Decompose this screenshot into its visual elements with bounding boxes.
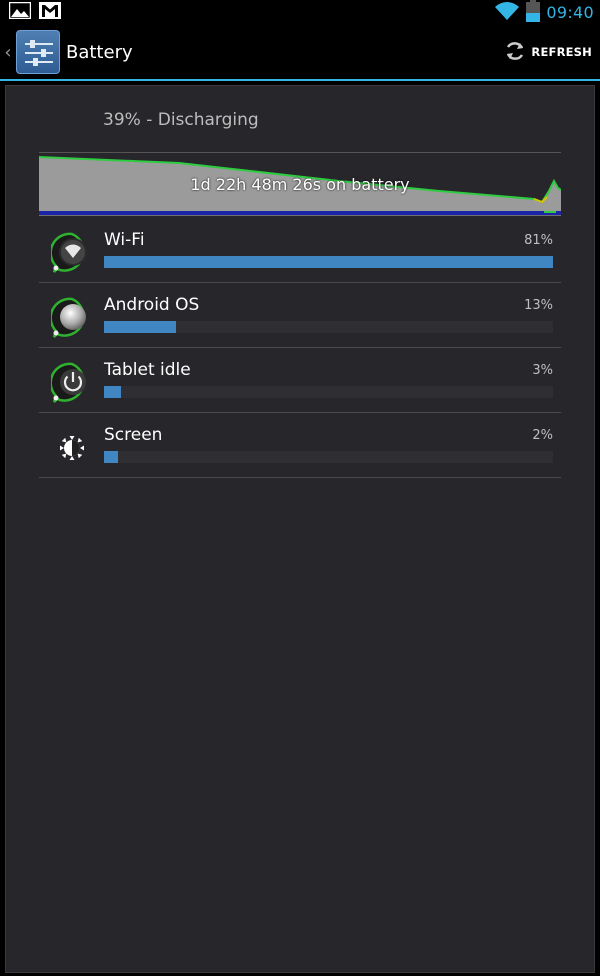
- clock: 09:40: [546, 3, 594, 22]
- usage-label: Screen: [104, 425, 163, 445]
- refresh-icon: [503, 39, 527, 66]
- usage-percent: 2%: [532, 428, 553, 443]
- usage-percent: 13%: [524, 298, 553, 313]
- action-bar-divider: [0, 79, 600, 81]
- usage-bar-fill: [104, 321, 177, 333]
- usage-label: Android OS: [104, 295, 200, 315]
- battery-status: 39% - Discharging: [103, 110, 259, 130]
- usage-percent: 81%: [524, 233, 553, 248]
- refresh-button[interactable]: REFRESH: [503, 25, 592, 79]
- usage-list: Wi-Fi 81% Android OS 13% Tablet idle 3% …: [39, 218, 561, 478]
- gmail-icon[interactable]: [39, 2, 61, 23]
- usage-bar-track: [104, 386, 553, 398]
- system-icons: 09:40: [494, 0, 594, 26]
- usage-bar-fill: [104, 451, 119, 463]
- power-icon: [49, 362, 93, 404]
- brightness-icon: [51, 427, 93, 469]
- page-title: Battery: [66, 41, 133, 63]
- notification-icons: [8, 1, 61, 23]
- picture-icon[interactable]: [8, 1, 32, 23]
- usage-label: Tablet idle: [104, 360, 191, 380]
- refresh-label: REFRESH: [531, 45, 592, 59]
- status-bar: 09:40: [0, 0, 600, 25]
- android-os-icon: [49, 297, 93, 339]
- usage-item-wifi[interactable]: Wi-Fi 81%: [39, 218, 561, 283]
- usage-label: Wi-Fi: [104, 230, 145, 250]
- battery-panel: 39% - Discharging 1d 22h 48m 26s on batt…: [5, 85, 595, 973]
- settings-app-icon[interactable]: [16, 30, 60, 74]
- usage-item-screen[interactable]: Screen 2%: [39, 413, 561, 478]
- battery-history-graph[interactable]: 1d 22h 48m 26s on battery: [39, 152, 561, 218]
- usage-item-tablet-idle[interactable]: Tablet idle 3%: [39, 348, 561, 413]
- usage-bar-fill: [104, 386, 121, 398]
- wifi-app-icon: [49, 232, 93, 274]
- action-bar: ‹ Battery REFRESH: [0, 25, 600, 79]
- chevron-left-icon[interactable]: ‹: [1, 25, 15, 79]
- wifi-icon: [494, 1, 520, 25]
- usage-bar-track: [104, 451, 553, 463]
- graph-caption: 1d 22h 48m 26s on battery: [190, 175, 410, 194]
- usage-bar-track: [104, 321, 553, 333]
- usage-bar-fill: [104, 256, 553, 268]
- usage-item-android-os[interactable]: Android OS 13%: [39, 283, 561, 348]
- usage-bar-track: [104, 256, 553, 268]
- usage-percent: 3%: [532, 363, 553, 378]
- battery-icon: [526, 0, 541, 26]
